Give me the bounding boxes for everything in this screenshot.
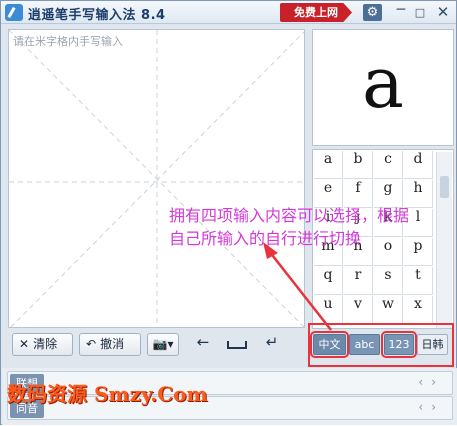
key-q[interactable]: q [314,267,343,295]
recognition-preview: a [312,29,454,146]
page-arrows-icon[interactable]: ‹› [418,375,444,389]
handwriting-canvas[interactable]: 请在米字格内手写输入 [8,29,305,328]
page-arrows-icon[interactable]: ‹› [418,400,444,414]
canvas-toolbar: ✕ 清除 ↶ 撤消 📷▾ ← ↵ [8,332,305,357]
mode-123-button[interactable]: 123 [381,331,417,358]
minimize-button[interactable]: ─ [393,3,409,21]
camera-icon: 📷▾ [152,337,174,351]
clear-button[interactable]: ✕ 清除 [12,333,73,356]
enter-key-icon[interactable]: ↵ [260,333,284,351]
maximize-button[interactable]: □ [412,4,428,21]
pen-logo-icon [5,4,23,21]
backspace-arrow-icon[interactable]: ← [193,333,213,351]
undo-arrow-icon: ↶ [86,337,97,351]
annotation-line-1: 拥有四项输入内容可以选择，根据 [169,206,410,225]
space-key-icon[interactable] [227,341,247,349]
key-r[interactable]: r [344,267,373,295]
canvas-placeholder: 请在米字格内手写输入 [13,35,123,48]
rice-grid-guides [9,30,304,327]
settings-gear-icon[interactable]: ⚙ [363,4,382,21]
key-v[interactable]: v [344,296,373,324]
key-x[interactable]: x [404,296,433,324]
key-d[interactable]: d [404,151,433,179]
title-bar[interactable]: 逍遥笔手写输入法 8.4 免费上网 ⚙ ─ □ ✕ [1,1,456,24]
mode-japanese-korean-button[interactable]: 日韩 [417,334,448,355]
clear-label: 清除 [33,337,58,351]
key-c[interactable]: c [374,151,403,179]
scroll-thumb[interactable] [440,176,449,198]
key-b[interactable]: b [344,151,373,179]
key-u[interactable]: u [314,296,343,324]
screenshot-button[interactable]: 📷▾ [147,333,179,356]
preview-character: a [362,42,404,124]
free-internet-button[interactable]: 免费上网 [280,3,352,22]
key-t[interactable]: t [404,267,433,295]
mode-abc-button[interactable]: abc [349,334,380,355]
mode-chinese-button[interactable]: 中文 [310,331,349,358]
key-s[interactable]: s [374,267,403,295]
key-w[interactable]: w [374,296,403,324]
x-icon: ✕ [19,337,30,351]
key-a[interactable]: a [314,151,343,179]
watermark-text: 数码资源 Smzy.Com [7,382,208,406]
undo-button[interactable]: ↶ 撤消 [79,333,141,356]
app-title: 逍遥笔手写输入法 8.4 [28,8,166,23]
undo-label: 撤消 [100,337,125,351]
handwriting-ime-window: 逍遥笔手写输入法 8.4 免费上网 ⚙ ─ □ ✕ 请在米字格内手写输入 ✕ 清除… [0,0,457,425]
annotation-text: 拥有四项输入内容可以选择，根据 自己所输入的自行进行切换 [169,204,457,250]
close-button[interactable]: ✕ [435,3,451,21]
annotation-line-2: 自己所输入的自行进行切换 [169,229,362,248]
